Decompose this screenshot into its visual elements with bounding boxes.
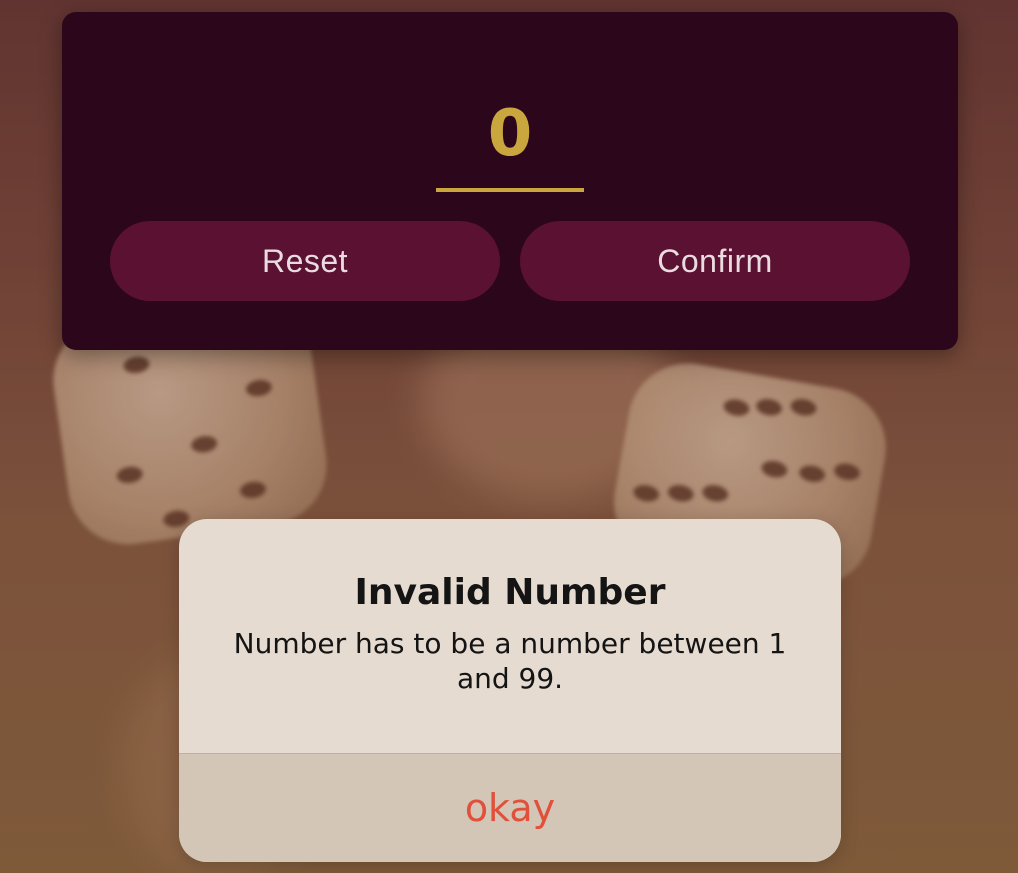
alert-title: Invalid Number — [354, 572, 666, 613]
invalid-number-alert: Invalid Number Number has to be a number… — [179, 519, 841, 862]
confirm-button[interactable]: Confirm — [520, 221, 910, 301]
reset-button[interactable]: Reset — [110, 221, 500, 301]
alert-body: Invalid Number Number has to be a number… — [179, 519, 841, 753]
number-input-card: 0 Reset Confirm — [62, 12, 958, 350]
alert-message: Number has to be a number between 1 and … — [233, 627, 787, 695]
app-screen: 0 Reset Confirm Invalid Number Number ha… — [0, 0, 1018, 873]
number-input-field[interactable]: 0 — [436, 86, 584, 192]
okay-button[interactable]: okay — [179, 754, 841, 862]
